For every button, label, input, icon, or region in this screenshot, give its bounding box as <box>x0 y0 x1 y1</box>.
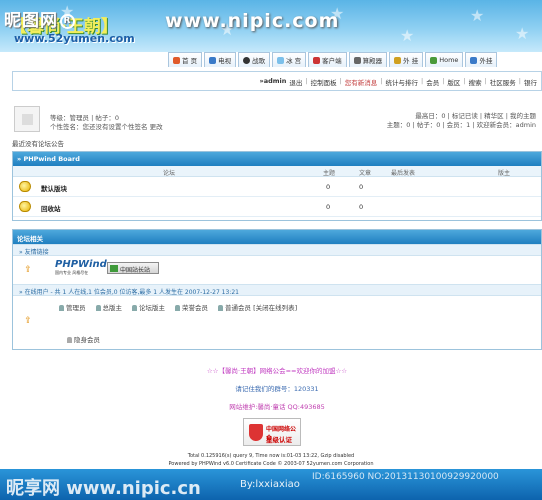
forum-status-icon <box>19 181 31 192</box>
main-nav: 首 页 电视 战歌 冰 宫 客户端 算殿器 外 挂 Home 外挂 <box>168 52 498 67</box>
tab-battle[interactable]: 战歌 <box>238 52 271 67</box>
face-icon <box>243 56 251 64</box>
forum-name[interactable]: 默认版块 <box>41 183 67 193</box>
legend-honor: 荣誉会员 <box>175 302 208 312</box>
tv-icon <box>209 56 217 64</box>
tab-client[interactable]: 客户端 <box>308 52 347 67</box>
legend-admin: 管理员 <box>59 302 86 312</box>
cn-webmaster-badge[interactable]: 中国站长站 <box>107 262 159 274</box>
link-bank[interactable]: 银行 <box>524 77 537 87</box>
footer-qq-group: 请记住我们的群号：120331 <box>235 385 319 393</box>
badge-cert: 星级认证 <box>266 436 292 444</box>
arrow-up-icon: ⇪ <box>24 316 32 326</box>
link-members[interactable]: 会员 <box>426 77 439 87</box>
site-url: www.52yumen.com <box>14 32 135 45</box>
avatar[interactable] <box>14 106 40 132</box>
col-forum: 论坛 <box>163 170 176 177</box>
ice-icon <box>277 56 285 64</box>
link-logout[interactable]: 退出 <box>289 77 302 87</box>
arrow-up-icon: ⇪ <box>24 265 32 275</box>
certification-badge[interactable]: 中国网络公会 星级认证 <box>243 418 301 446</box>
tab-plugin-2[interactable]: 外挂 <box>465 52 498 67</box>
col-last-post: 最后发表 <box>391 170 416 177</box>
watermark-top-left: 昵图网 R <box>4 6 75 31</box>
link-stats[interactable]: 统计与排行 <box>385 77 418 87</box>
table-row[interactable]: 默认版块 0 0 <box>13 177 541 197</box>
forum-posts: 0 <box>359 183 364 191</box>
board-section: » PHPwind Board 论坛 主题 文章 最后发表 版主 默认版块 0 … <box>12 151 542 221</box>
toolbar-links: »admin 退出 | 控制面板 | 您有新消息 | 统计与排行 | 会员 | 版区 | 搜… <box>259 77 538 87</box>
tab-home[interactable]: 首 页 <box>168 52 203 67</box>
legend-super-mod: 总版主 <box>96 302 123 312</box>
tab-calc[interactable]: 算殿器 <box>348 52 388 67</box>
tab-ice[interactable]: 冰 宫 <box>272 52 307 67</box>
forum-name[interactable]: 回收站 <box>41 203 61 213</box>
board-title[interactable]: » PHPwind Board <box>13 152 541 166</box>
shield-icon <box>249 424 263 441</box>
watermark-author: By:lxxiaxiao <box>240 479 300 490</box>
client-icon <box>313 56 321 64</box>
friend-links-header: » 友情链接 <box>13 244 541 256</box>
col-topics: 主题 <box>323 170 336 177</box>
footer-powered[interactable]: Powered by PHPWind v6.0 Certificate Code… <box>0 461 542 467</box>
board-table-header: 论坛 主题 文章 最后发表 版主 <box>13 166 541 177</box>
hidden-member[interactable]: 隐身会员 <box>67 334 100 344</box>
online-users-row: ⇪ 管理员 总版主 论坛版主 荣誉会员 普通会员 [关闭在线列表] 隐身会员 <box>13 296 541 348</box>
announcement-text: 最近没有论坛公告 <box>12 140 64 148</box>
user-info-panel: 等级：管理员 | 帖子：0 个性签名：您还没有设置个性签名 更改 最高日：0 |… <box>14 106 542 134</box>
watermark-id: ID:6165960 NO:20131130100929920000 <box>312 472 499 482</box>
col-posts: 文章 <box>359 170 372 177</box>
link-new-message[interactable]: 您有新消息 <box>345 77 378 87</box>
forum-stats: 主题：0 | 帖子：0 | 会员：1 | 欢迎新会员：admin <box>386 121 536 129</box>
watermark-bottom-left: 昵享网 www.nipic.cn <box>6 478 201 499</box>
online-users-header: » 在线用户 - 共 1 人在线,1 位会员,0 位访客,最多 1 人发生在 2… <box>13 284 541 296</box>
star-decoration: ★ <box>470 6 485 25</box>
current-user[interactable]: »admin <box>260 77 287 87</box>
plugin-icon <box>470 56 478 64</box>
home-icon <box>173 56 180 64</box>
legend-mod: 论坛版主 <box>132 302 165 312</box>
watermark-bar: 昵享网 www.nipic.cn ID:6165960 NO:201311301… <box>0 469 542 500</box>
watermark-top-mid: www.nipic.com <box>165 10 340 32</box>
link-community[interactable]: 社区服务 <box>490 77 516 87</box>
tab-plugin[interactable]: 外 挂 <box>389 52 424 67</box>
link-search[interactable]: 搜索 <box>469 77 482 87</box>
table-row[interactable]: 回收站 0 0 <box>13 197 541 217</box>
site-banner: ★ ★ ★ ★ ★ ★ 【馨尚·王朝】 www.52yumen.com 昵图网 R… <box>0 0 542 52</box>
user-toolbar: »admin 退出 | 控制面板 | 您有新消息 | 统计与排行 | 会员 | 版区 | 搜… <box>12 71 542 91</box>
star-decoration: ★ <box>515 24 530 43</box>
plugin-icon <box>394 56 402 64</box>
related-title: 论坛相关 <box>13 230 541 244</box>
star-decoration: ★ <box>400 26 415 45</box>
user-type-legend: 管理员 总版主 论坛版主 荣誉会员 普通会员 [关闭在线列表] <box>59 302 297 312</box>
calc-icon <box>353 56 361 64</box>
related-section: 论坛相关 » 友情链接 ⇪ PHPWind 国内专业 风格尽在 中国站长站 » 在… <box>12 229 542 350</box>
col-moderator: 版主 <box>498 170 511 177</box>
link-boards[interactable]: 版区 <box>447 77 460 87</box>
home-icon <box>430 56 438 64</box>
footer-maintain[interactable]: 网站维护:馨尚·童话 QQ:493685 <box>12 401 542 411</box>
tab-tv[interactable]: 电视 <box>204 52 237 67</box>
legend-normal-close-list[interactable]: 普通会员 [关闭在线列表] <box>218 302 297 312</box>
forum-topics: 0 <box>326 203 331 211</box>
user-signature: 个性签名：您还没有设置个性签名 更改 <box>50 123 163 131</box>
link-control-panel[interactable]: 控制面板 <box>311 77 337 87</box>
tab-home-en[interactable]: Home <box>425 52 464 67</box>
footer-slogan: ☆☆【馨尚·王朝】网络公会==欢迎你的加盟☆☆ <box>206 367 348 375</box>
forum-status-icon <box>19 201 31 212</box>
footer-stats: Total 0.125916(s) query 9, Time now is:0… <box>187 453 355 459</box>
phpwind-logo[interactable]: PHPWind 国内专业 风格尽在 <box>55 259 107 276</box>
friend-links-row: ⇪ PHPWind 国内专业 风格尽在 中国站长站 <box>13 256 541 284</box>
forum-topics: 0 <box>326 183 331 191</box>
forum-posts: 0 <box>359 203 364 211</box>
